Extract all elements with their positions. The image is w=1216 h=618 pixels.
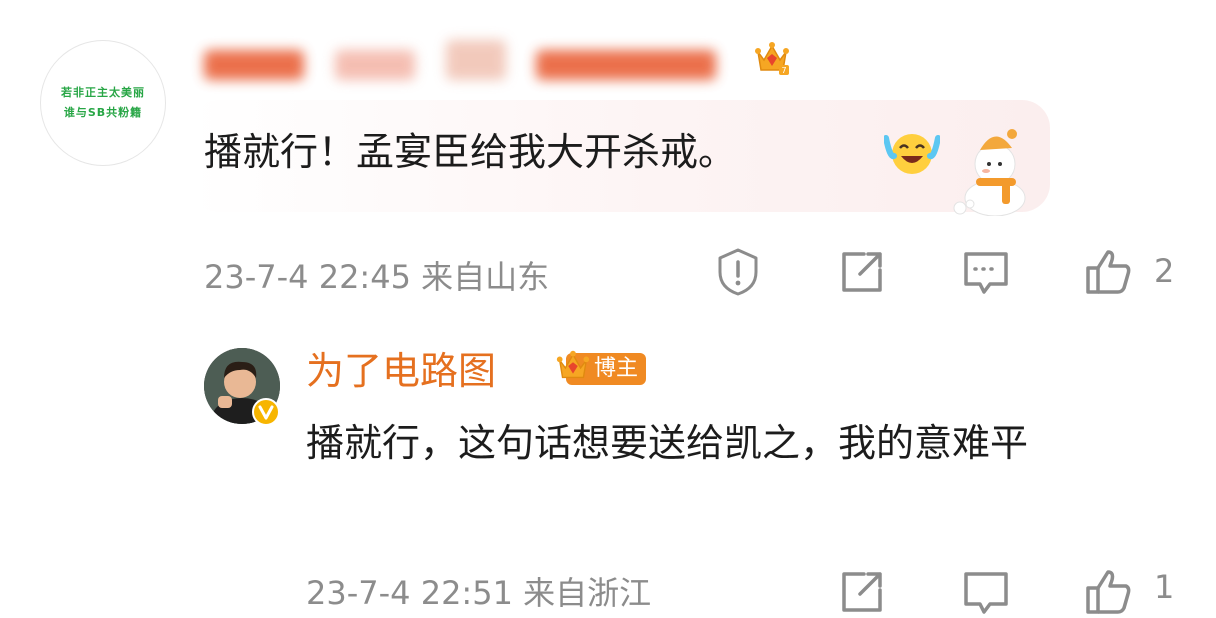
comment-icon[interactable] [960, 246, 1012, 298]
commenter-username-blurred[interactable] [204, 40, 744, 86]
blogger-badge-label: 博主 [594, 356, 639, 381]
comment-timestamp-location: 23-7-4 22:45 来自山东 [204, 258, 550, 296]
blogger-badge: 博主 [556, 350, 647, 385]
avatar-text-line-1: 若非正主太美丽 [61, 86, 145, 99]
commenter-avatar[interactable]: 若非正主太美丽 谁与SB共粉籍 [40, 40, 166, 166]
comment-text: 播就行！孟宴臣给我大开杀戒。 [204, 130, 737, 174]
avatar-text-line-2: 谁与SB共粉籍 [63, 106, 143, 119]
reply-text: 播就行，这句话想要送给凯之，我的意难平 [306, 421, 1029, 465]
share-icon[interactable] [836, 246, 888, 298]
snowman-decoration-icon [953, 129, 1026, 216]
report-icon[interactable] [712, 246, 764, 298]
comment-icon[interactable] [960, 566, 1012, 618]
svg-text:7: 7 [781, 66, 786, 75]
share-icon[interactable] [836, 566, 888, 618]
crown-badge-icon [556, 350, 590, 379]
reply-timestamp-location: 23-7-4 22:51 来自浙江 [306, 574, 652, 612]
like-count: 2 [1154, 252, 1175, 290]
like-icon[interactable] [1082, 246, 1134, 298]
verified-badge-icon [252, 398, 280, 426]
crown-badge-icon: 7 [755, 42, 789, 75]
laughing-crying-emoji-icon [884, 134, 940, 174]
like-icon[interactable] [1082, 566, 1134, 618]
reply-author-name[interactable]: 为了电路图 [306, 345, 496, 397]
reply-like-count: 1 [1154, 568, 1175, 606]
